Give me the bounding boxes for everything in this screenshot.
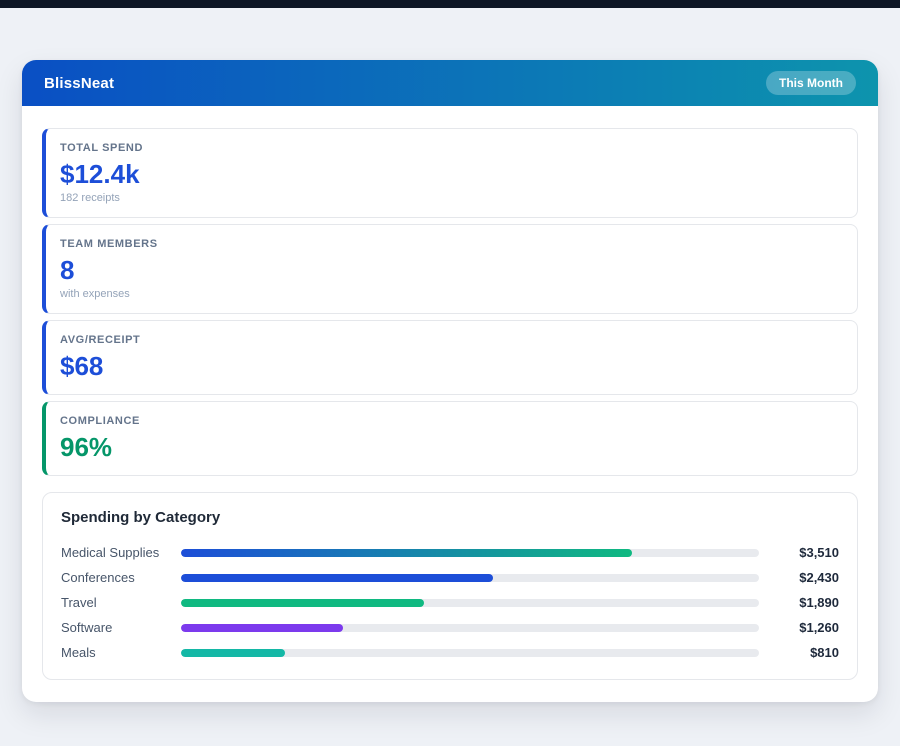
stat-card-compliance: COMPLIANCE 96% [42, 401, 858, 476]
stat-sublabel: with expenses [60, 288, 841, 300]
category-row: Software $1,260 [61, 615, 839, 640]
stat-value: $12.4k [60, 159, 841, 189]
category-label: Travel [61, 595, 181, 610]
category-bar-track [181, 574, 759, 582]
stats-list: TOTAL SPEND $12.4k 182 receipts TEAM MEMBER… [42, 128, 858, 476]
category-row: Travel $1,890 [61, 590, 839, 615]
stat-card-team-members: TEAM MEMBERS 8 with expenses [42, 224, 858, 314]
category-amount: $3,510 [769, 545, 839, 560]
section-title: Spending by Category [61, 509, 839, 526]
card-header: BlissNeat This Month [22, 60, 878, 106]
stat-label: AVG/RECEIPT [60, 334, 841, 346]
category-row: Conferences $2,430 [61, 565, 839, 590]
category-label: Conferences [61, 570, 181, 585]
category-amount: $2,430 [769, 570, 839, 585]
category-label: Software [61, 620, 181, 635]
category-amount: $810 [769, 645, 839, 660]
category-label: Medical Supplies [61, 545, 181, 560]
stat-sublabel: 182 receipts [60, 192, 841, 204]
stat-card-total-spend: TOTAL SPEND $12.4k 182 receipts [42, 128, 858, 218]
stat-value: $68 [60, 351, 841, 381]
category-bar-track [181, 649, 759, 657]
category-bar-fill [181, 624, 343, 632]
category-bar-fill [181, 599, 424, 607]
spending-by-category-section: Spending by Category Medical Supplies $3,… [42, 492, 858, 680]
stat-label: COMPLIANCE [60, 415, 841, 427]
period-badge[interactable]: This Month [766, 71, 856, 95]
stat-card-avg-receipt: AVG/RECEIPT $68 [42, 320, 858, 395]
category-bar-fill [181, 549, 632, 557]
category-label: Meals [61, 645, 181, 660]
card-body: TOTAL SPEND $12.4k 182 receipts TEAM MEMBER… [22, 106, 878, 702]
stat-label: TOTAL SPEND [60, 142, 841, 154]
category-row: Medical Supplies $3,510 [61, 540, 839, 565]
app-title: BlissNeat [44, 75, 114, 92]
category-bar-fill [181, 574, 493, 582]
top-accent-bar [0, 0, 900, 8]
stat-value: 96% [60, 432, 841, 462]
category-bar-fill [181, 649, 285, 657]
category-amount: $1,890 [769, 595, 839, 610]
stat-label: TEAM MEMBERS [60, 238, 841, 250]
dashboard-card: BlissNeat This Month TOTAL SPEND $12.4k 18… [22, 60, 878, 702]
stat-value: 8 [60, 255, 841, 285]
category-amount: $1,260 [769, 620, 839, 635]
category-row: Meals $810 [61, 640, 839, 665]
category-bar-track [181, 599, 759, 607]
category-rows: Medical Supplies $3,510 Conferences $2,430 T… [61, 540, 839, 665]
category-bar-track [181, 549, 759, 557]
category-bar-track [181, 624, 759, 632]
